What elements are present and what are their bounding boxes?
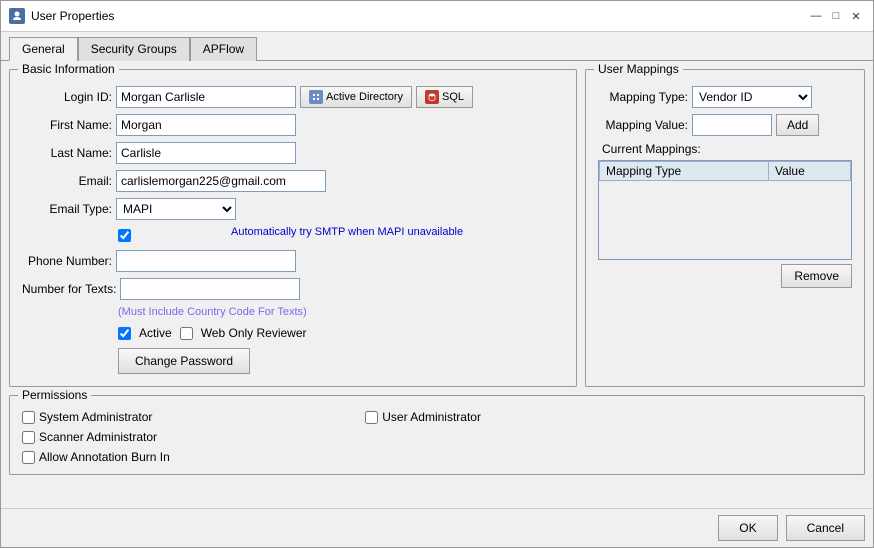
last-name-label: Last Name:: [22, 146, 112, 160]
first-name-input[interactable]: [116, 114, 296, 136]
system-admin-checkbox[interactable]: [22, 411, 35, 424]
annotation-checkbox[interactable]: [22, 451, 35, 464]
tabs-bar: General Security Groups APFlow: [1, 32, 873, 61]
login-id-input[interactable]: [116, 86, 296, 108]
ok-button[interactable]: OK: [718, 515, 777, 541]
web-only-label: Web Only Reviewer: [201, 326, 307, 340]
sql-button[interactable]: SQL: [416, 86, 473, 108]
first-name-row: First Name:: [22, 114, 564, 136]
perm-scanner-admin: Scanner Administrator: [22, 430, 345, 444]
main-content: Basic Information Login ID: Active Direc…: [1, 61, 873, 508]
current-mappings-label: Current Mappings:: [602, 142, 852, 156]
annotation-label: Allow Annotation Burn In: [39, 450, 170, 464]
active-row: Active Web Only Reviewer: [118, 326, 564, 340]
active-directory-label: Active Directory: [326, 91, 403, 103]
ad-icon: [309, 90, 323, 104]
phone-input[interactable]: [116, 250, 296, 272]
email-input[interactable]: [116, 170, 326, 192]
login-id-controls: Active Directory SQL: [116, 86, 473, 108]
add-mapping-button[interactable]: Add: [776, 114, 819, 136]
tab-security-groups[interactable]: Security Groups: [78, 37, 190, 61]
remove-mapping-button[interactable]: Remove: [781, 264, 852, 288]
perm-user-admin: User Administrator: [365, 410, 656, 424]
email-type-label: Email Type:: [22, 202, 112, 216]
change-password-button[interactable]: Change Password: [118, 348, 250, 374]
login-id-row: Login ID: Active Directory: [22, 86, 564, 108]
col-mapping-type: Mapping Type: [600, 162, 769, 181]
cancel-button[interactable]: Cancel: [786, 515, 865, 541]
mapi-note: Automatically try SMTP when MAPI unavail…: [231, 226, 463, 238]
perm-annotation: Allow Annotation Burn In: [22, 450, 345, 464]
top-panels: Basic Information Login ID: Active Direc…: [9, 69, 865, 387]
web-only-checkbox[interactable]: [180, 327, 193, 340]
mapping-value-label: Mapping Value:: [598, 118, 688, 132]
basic-info-panel: Basic Information Login ID: Active Direc…: [9, 69, 577, 387]
sql-label: SQL: [442, 91, 464, 103]
scanner-admin-checkbox[interactable]: [22, 431, 35, 444]
texts-input[interactable]: [120, 278, 300, 300]
email-type-select[interactable]: MAPI SMTP: [116, 198, 236, 220]
permissions-panel: Permissions System Administrator User Ad…: [9, 395, 865, 475]
title-bar: User Properties — □ ✕: [1, 1, 873, 32]
maximize-button[interactable]: □: [827, 7, 845, 25]
email-row: Email:: [22, 170, 564, 192]
phone-label: Phone Number:: [22, 254, 112, 268]
footer-bar: OK Cancel: [1, 508, 873, 547]
email-type-row: Email Type: MAPI SMTP: [22, 198, 564, 220]
mappings-table: Mapping Type Value: [599, 161, 851, 181]
user-admin-label: User Administrator: [382, 410, 481, 424]
col-value: Value: [768, 162, 850, 181]
email-label: Email:: [22, 174, 112, 188]
sql-icon: [425, 90, 439, 104]
first-name-label: First Name:: [22, 118, 112, 132]
user-admin-checkbox[interactable]: [365, 411, 378, 424]
user-mappings-panel: User Mappings Mapping Type: Vendor ID Em…: [585, 69, 865, 387]
tab-apflow[interactable]: APFlow: [190, 37, 257, 61]
phone-row: Phone Number:: [22, 250, 564, 272]
user-mappings-title: User Mappings: [594, 62, 683, 76]
main-window: User Properties — □ ✕ General Security G…: [0, 0, 874, 548]
texts-label: Number for Texts:: [22, 282, 116, 296]
tab-general[interactable]: General: [9, 37, 78, 61]
active-label: Active: [139, 326, 172, 340]
basic-info-title: Basic Information: [18, 62, 119, 76]
mapi-checkbox-row: Automatically try SMTP when MAPI unavail…: [118, 226, 564, 244]
texts-row: Number for Texts:: [22, 278, 564, 300]
scanner-admin-label: Scanner Administrator: [39, 430, 157, 444]
login-id-label: Login ID:: [22, 90, 112, 104]
mapi-checkbox[interactable]: [118, 229, 131, 242]
window-title: User Properties: [31, 9, 801, 23]
mapping-type-select[interactable]: Vendor ID Employee ID Customer ID: [692, 86, 812, 108]
last-name-row: Last Name:: [22, 142, 564, 164]
active-checkbox[interactable]: [118, 327, 131, 340]
mappings-table-container: Mapping Type Value: [598, 160, 852, 260]
title-controls: — □ ✕: [807, 7, 865, 25]
mapping-value-input[interactable]: [692, 114, 772, 136]
close-button[interactable]: ✕: [847, 7, 865, 25]
table-header-row: Mapping Type Value: [600, 162, 851, 181]
minimize-button[interactable]: —: [807, 7, 825, 25]
permissions-title: Permissions: [18, 388, 91, 402]
country-note: (Must Include Country Code For Texts): [118, 306, 564, 318]
last-name-input[interactable]: [116, 142, 296, 164]
permissions-grid: System Administrator User Administrator …: [22, 410, 852, 464]
perm-system-admin: System Administrator: [22, 410, 345, 424]
mapping-type-label: Mapping Type:: [598, 90, 688, 104]
active-directory-button[interactable]: Active Directory: [300, 86, 412, 108]
mapping-value-row: Mapping Value: Add: [598, 114, 852, 136]
mapping-type-row: Mapping Type: Vendor ID Employee ID Cust…: [598, 86, 852, 108]
window-icon: [9, 8, 25, 24]
system-admin-label: System Administrator: [39, 410, 152, 424]
